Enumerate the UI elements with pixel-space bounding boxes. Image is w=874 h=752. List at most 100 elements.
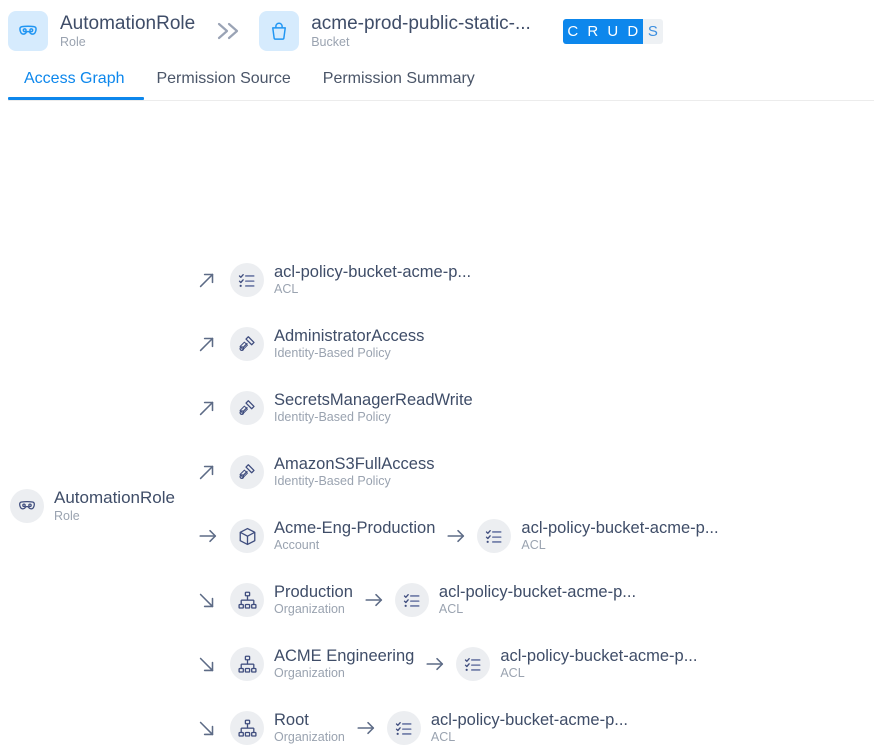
graph-row: acl-policy-bucket-acme-p... ACL (196, 256, 471, 304)
graph-row: Production Organization acl-policy-bucket-… (196, 576, 636, 624)
source-entity-text: AutomationRole Role (60, 13, 195, 49)
primary-node-title: acl-policy-bucket-acme-p... (274, 263, 471, 281)
primary-node-title: ACME Engineering (274, 647, 414, 665)
primary-node-text: acl-policy-bucket-acme-p... ACL (274, 263, 471, 297)
entity-header: AutomationRole Role acme-prod-public-sta… (0, 0, 874, 48)
primary-node-title: Root (274, 711, 345, 729)
acl-checklist-icon (477, 519, 511, 553)
primary-node-subtitle: Organization (274, 603, 353, 617)
primary-node-subtitle: Identity-Based Policy (274, 347, 424, 361)
arrow-down-right-icon (196, 717, 230, 739)
arrow-down-right-icon (196, 589, 230, 611)
arrow-right-icon (414, 653, 456, 675)
secondary-node[interactable]: acl-policy-bucket-acme-p... ACL (387, 711, 628, 745)
tab-permission-summary[interactable]: Permission Summary (307, 70, 491, 100)
organization-tree-icon (230, 647, 264, 681)
secondary-node-title: acl-policy-bucket-acme-p... (431, 711, 628, 729)
tab-access-graph[interactable]: Access Graph (8, 70, 140, 100)
secondary-node[interactable]: acl-policy-bucket-acme-p... ACL (477, 519, 718, 553)
graph-row: AdministratorAccess Identity-Based Policy (196, 320, 424, 368)
secondary-node-title: acl-policy-bucket-acme-p... (500, 647, 697, 665)
graph-root-node[interactable]: AutomationRole Role (10, 489, 175, 523)
primary-node-text: SecretsManagerReadWrite Identity-Based Po… (274, 391, 473, 425)
primary-node-subtitle: ACL (274, 283, 471, 297)
primary-node-text: RootOrganization (274, 711, 345, 745)
acl-checklist-icon (456, 647, 490, 681)
graph-row: AmazonS3FullAccess Identity-Based Policy (196, 448, 434, 496)
policy-gavel-icon (230, 391, 264, 425)
primary-node-text: Acme-Eng-Production Account (274, 519, 435, 553)
secondary-node[interactable]: acl-policy-bucket-acme-p... ACL (456, 647, 697, 681)
tab-permission-source[interactable]: Permission Source (140, 70, 306, 100)
graph-row: Acme-Eng-Production Account acl-policy-buc… (196, 512, 719, 560)
target-entity-title: acme-prod-public-static-... (311, 13, 531, 34)
arrow-up-right-icon (196, 461, 230, 483)
primary-node[interactable]: AmazonS3FullAccess Identity-Based Policy (230, 455, 434, 489)
primary-node[interactable]: ACME Engineering Organization (230, 647, 414, 681)
primary-node-title: Production (274, 583, 353, 601)
primary-node-subtitle: Identity-Based Policy (274, 475, 434, 489)
arrow-right-icon (196, 525, 230, 547)
source-entity[interactable]: AutomationRole Role (8, 11, 195, 51)
secondary-node-subtitle: ACL (439, 603, 636, 617)
primary-node-text: AdministratorAccess Identity-Based Policy (274, 327, 424, 361)
secondary-node-subtitle: ACL (500, 667, 697, 681)
primary-node[interactable]: Acme-Eng-Production Account (230, 519, 435, 553)
primary-node-text: ACME Engineering Organization (274, 647, 414, 681)
primary-node[interactable]: AdministratorAccess Identity-Based Policy (230, 327, 424, 361)
target-entity[interactable]: acme-prod-public-static-... Bucket (259, 11, 531, 51)
primary-node-text: Production Organization (274, 583, 353, 617)
arrow-up-right-icon (196, 333, 230, 355)
primary-node-text: AmazonS3FullAccess Identity-Based Policy (274, 455, 434, 489)
secondary-node-subtitle: ACL (521, 539, 718, 553)
account-cube-icon (230, 519, 264, 553)
secondary-node-text: acl-policy-bucket-acme-p... ACL (431, 711, 628, 745)
cruds-badge: CRUDS (563, 19, 663, 44)
primary-node[interactable]: Production Organization (230, 583, 353, 617)
target-entity-text: acme-prod-public-static-... Bucket (311, 13, 531, 49)
graph-root-node-subtitle: Role (54, 510, 175, 524)
tab-bar: Access GraphPermission SourcePermission … (0, 56, 874, 100)
double-chevron-right-icon (211, 19, 245, 43)
primary-node[interactable]: RootOrganization (230, 711, 345, 745)
secondary-node-subtitle: ACL (431, 731, 628, 745)
primary-node-title: AdministratorAccess (274, 327, 424, 345)
arrow-down-right-icon (196, 653, 230, 675)
acl-checklist-icon (230, 263, 264, 297)
secondary-node-text: acl-policy-bucket-acme-p... ACL (500, 647, 697, 681)
role-mask-icon (8, 11, 48, 51)
policy-gavel-icon (230, 327, 264, 361)
role-mask-icon (10, 489, 44, 523)
bucket-icon (259, 11, 299, 51)
secondary-node-text: acl-policy-bucket-acme-p... ACL (521, 519, 718, 553)
cruds-letter-s: S (643, 19, 663, 44)
primary-node-subtitle: Organization (274, 667, 414, 681)
acl-checklist-icon (395, 583, 429, 617)
secondary-node-title: acl-policy-bucket-acme-p... (521, 519, 718, 537)
cruds-letter-u: U (603, 19, 623, 44)
secondary-node-text: acl-policy-bucket-acme-p...ACL (439, 583, 636, 617)
arrow-right-icon (435, 525, 477, 547)
graph-row: SecretsManagerReadWrite Identity-Based Po… (196, 384, 473, 432)
source-entity-subtitle: Role (60, 35, 195, 49)
cruds-letter-d: D (623, 19, 643, 44)
target-entity-subtitle: Bucket (311, 35, 531, 49)
acl-checklist-icon (387, 711, 421, 745)
cruds-letter-r: R (583, 19, 603, 44)
primary-node-title: AmazonS3FullAccess (274, 455, 434, 473)
arrow-right-icon (345, 717, 387, 739)
access-graph: AutomationRole Role acl-policy-bucket-ac… (0, 101, 874, 645)
primary-node-title: SecretsManagerReadWrite (274, 391, 473, 409)
primary-node-title: Acme-Eng-Production (274, 519, 435, 537)
graph-row: RootOrganization acl-policy-bucket-acme-p… (196, 704, 628, 752)
primary-node[interactable]: acl-policy-bucket-acme-p... ACL (230, 263, 471, 297)
graph-row: ACME Engineering Organization acl-policy-b… (196, 640, 697, 688)
arrow-up-right-icon (196, 269, 230, 291)
arrow-right-icon (353, 589, 395, 611)
primary-node[interactable]: SecretsManagerReadWrite Identity-Based Po… (230, 391, 473, 425)
secondary-node[interactable]: acl-policy-bucket-acme-p...ACL (395, 583, 636, 617)
policy-gavel-icon (230, 455, 264, 489)
source-entity-title: AutomationRole (60, 13, 195, 34)
primary-node-subtitle: Identity-Based Policy (274, 411, 473, 425)
primary-node-subtitle: Account (274, 539, 435, 553)
